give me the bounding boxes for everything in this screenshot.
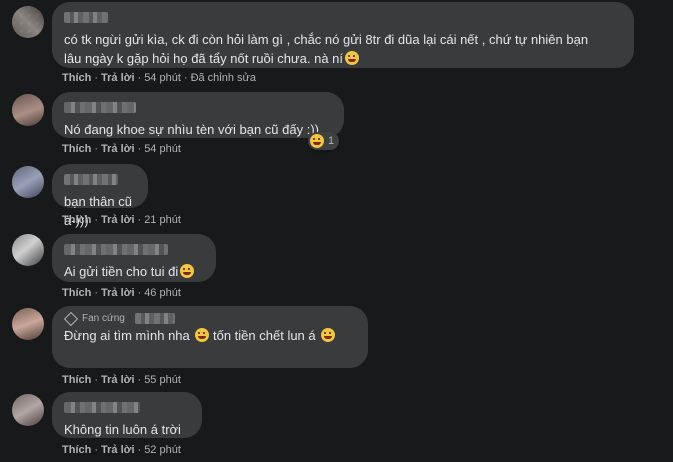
timestamp[interactable]: 54 phút: [144, 72, 181, 84]
commenter-name-blurred[interactable]: [64, 174, 118, 185]
comment-text: có tk ngừi gửi kìa, ck đi còn hỏi làm gì…: [64, 32, 589, 66]
commenter-name-blurred[interactable]: [64, 402, 140, 413]
comment-bubble: Nó đang khoe sự nhìu tèn với bạn cũ đấy …: [52, 92, 344, 138]
avatar[interactable]: [12, 166, 44, 198]
comment-text: Không tin luôn á trời: [64, 422, 181, 437]
timestamp[interactable]: 46 phút: [144, 287, 181, 299]
comment-text: Đừng ai tìm mình nha: [64, 328, 190, 343]
edited-label: Đã chỉnh sửa: [190, 72, 257, 84]
commenter-name-blurred[interactable]: [64, 244, 168, 255]
comment-bubble: Fan cứng Đừng ai tìm mình nha tốn tiền c…: [52, 306, 368, 368]
reply-button[interactable]: Trả lời: [101, 287, 135, 299]
diamond-icon: [63, 311, 79, 326]
comment-actions: Thích · Trả lời · 54 phút · Đã chỉnh sửa: [62, 72, 257, 84]
reply-button[interactable]: Trả lời: [101, 72, 135, 84]
timestamp[interactable]: 54 phút: [144, 143, 181, 155]
reply-button[interactable]: Trả lời: [101, 143, 135, 155]
avatar[interactable]: [12, 234, 44, 266]
shocked-face-icon: [345, 51, 360, 65]
timestamp[interactable]: 21 phút: [144, 214, 181, 226]
reaction-count[interactable]: 1: [308, 132, 340, 150]
comment-actions: Thích · Trả lời · 55 phút: [62, 374, 181, 386]
comment-text: Ai gửi tiền cho tui đi: [64, 264, 179, 279]
commenter-name-blurred[interactable]: [64, 102, 136, 113]
avatar[interactable]: [12, 6, 44, 38]
reply-button[interactable]: Trả lời: [101, 214, 135, 226]
like-button[interactable]: Thích: [62, 143, 91, 155]
comment-actions: Thích · Trả lời · 46 phút: [62, 287, 181, 299]
avatar[interactable]: [12, 394, 44, 426]
like-button[interactable]: Thích: [62, 214, 91, 226]
timestamp[interactable]: 55 phút: [144, 374, 181, 386]
timestamp[interactable]: 52 phút: [144, 444, 181, 456]
comment-bubble: bạn thân cũ à-))): [52, 164, 148, 228]
avatar[interactable]: [12, 308, 44, 340]
commenter-name-blurred[interactable]: [64, 12, 108, 23]
fan-badge[interactable]: Fan cứng: [63, 311, 356, 326]
comment-actions: Thích · Trả lời · 21 phút: [62, 214, 181, 226]
rofl-face-icon: [321, 328, 336, 342]
reply-button[interactable]: Trả lời: [101, 444, 135, 456]
comment-actions: Thích · Trả lời · 54 phút: [62, 143, 181, 155]
commenter-name-blurred[interactable]: [134, 313, 175, 324]
grinning-face-icon: [180, 264, 195, 278]
like-button[interactable]: Thích: [62, 287, 91, 299]
like-button[interactable]: Thích: [62, 72, 91, 84]
comment-text: Nó đang khoe sự nhìu tèn với bạn cũ đấy …: [64, 122, 319, 137]
comment-bubble: có tk ngừi gửi kìa, ck đi còn hỏi làm gì…: [52, 2, 634, 68]
reply-button[interactable]: Trả lời: [101, 374, 135, 386]
comment-bubble: Ai gửi tiền cho tui đi: [52, 234, 216, 282]
like-button[interactable]: Thích: [62, 444, 91, 456]
like-button[interactable]: Thích: [62, 374, 91, 386]
avatar[interactable]: [12, 94, 44, 126]
rofl-face-icon: [195, 328, 210, 342]
comment-actions: Thích · Trả lời · 52 phút: [62, 444, 181, 456]
laughing-face-icon: [310, 134, 324, 148]
comment-text-continued: tốn tiền chết lun á: [209, 328, 316, 343]
comment-bubble: Không tin luôn á trời: [52, 392, 202, 438]
